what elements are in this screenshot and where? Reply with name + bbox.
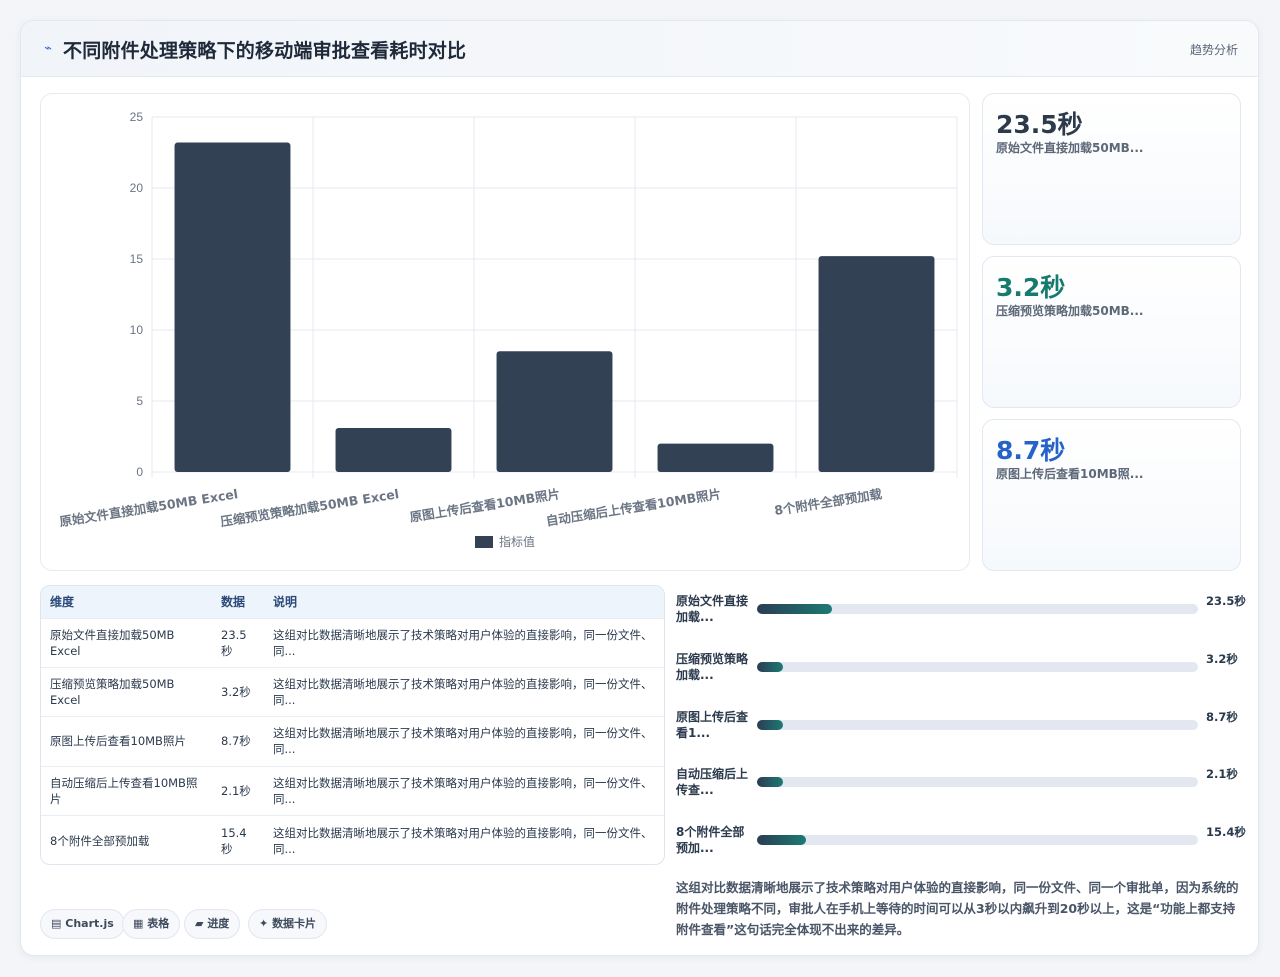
progress-fill <box>757 604 832 614</box>
progress-value: 23.5秒 <box>1206 594 1246 608</box>
progress-icon: ▰ <box>195 917 204 930</box>
page-title: 不同附件处理策略下的移动端审批查看耗时对比 <box>63 40 467 62</box>
progress-row: 原始文件直接加载... 23.5秒 <box>676 593 1246 633</box>
cell-dimension: 原始文件直接加载50MB Excel <box>41 617 212 668</box>
y-tick-label: 5 <box>136 394 143 408</box>
table-row: 原图上传后查看10MB照片 8.7秒 这组对比数据清晰地展示了技术策略对用户体验… <box>41 716 664 767</box>
progress-track <box>757 777 1198 787</box>
bar <box>496 351 613 472</box>
trend-analysis-link[interactable]: 趋势分析 <box>1190 41 1238 58</box>
stat-value: 23.5秒 <box>996 110 1083 139</box>
cell-description: 这组对比数据清晰地展示了技术策略对用户体验的直接影响，同一份文件、同... <box>264 815 664 864</box>
cell-dimension: 8个附件全部预加载 <box>41 815 212 864</box>
progress-value: 8.7秒 <box>1206 710 1238 724</box>
cell-data: 8.7秒 <box>212 716 264 767</box>
progress-fill <box>757 720 784 730</box>
bar <box>657 443 774 472</box>
cell-data: 15.4秒 <box>212 815 264 864</box>
cell-data: 23.5秒 <box>212 617 264 668</box>
progress-label: 8个附件全部预加... <box>676 825 745 855</box>
tag-label: Chart.js <box>65 917 114 930</box>
trend-icon: ⌁ <box>44 41 52 56</box>
cell-data: 2.1秒 <box>212 765 264 816</box>
progress-row: 自动压缩后上传查... 2.1秒 <box>676 766 1246 806</box>
y-tick-label: 20 <box>130 181 144 195</box>
tag-label: 数据卡片 <box>272 917 317 930</box>
chart-svg: 0 5 10 15 20 25 原始文件直接加载50MB Excel压缩预览策略加载50MB… <box>58 110 958 549</box>
stat-card-2: 3.2秒 压缩预览策略加载50MB... <box>982 256 1241 408</box>
tag-label: 进度 <box>207 917 230 930</box>
bar-chart: 0 5 10 15 20 25 原始文件直接加载50MB Excel 压缩预览策略加载50MB… <box>40 93 970 571</box>
progress-row: 8个附件全部预加... 15.4秒 <box>676 824 1246 864</box>
progress-fill <box>757 835 806 845</box>
progress-track <box>757 662 1198 672</box>
bar <box>335 427 452 472</box>
progress-list: 原始文件直接加载... 23.5秒 压缩预览策略加载... 3.2秒 原图上传后… <box>676 593 1246 863</box>
progress-label: 原图上传后查看1... <box>676 710 749 740</box>
cell-dimension: 原图上传后查看10MB照片 <box>41 716 212 767</box>
bar <box>174 142 291 472</box>
column-header-description: 说明 <box>273 595 298 610</box>
progress-label: 压缩预览策略加载... <box>676 652 749 682</box>
tag-progress[interactable]: ▰ 进度 <box>184 909 241 939</box>
table-icon: ▦ <box>133 917 144 930</box>
stat-card-3: 8.7秒 原图上传后查看10MB照... <box>982 419 1241 571</box>
cell-description: 这组对比数据清晰地展示了技术策略对用户体验的直接影响，同一份文件、同... <box>264 716 664 767</box>
cell-dimension: 压缩预览策略加载50MB Excel <box>41 666 212 717</box>
stat-label: 原始文件直接加载50MB... <box>996 141 1144 155</box>
stat-value: 8.7秒 <box>996 436 1066 465</box>
bar <box>818 256 935 472</box>
progress-value: 15.4秒 <box>1206 825 1246 839</box>
progress-fill <box>757 662 784 672</box>
y-tick-label: 10 <box>130 323 144 337</box>
column-header-data: 数据 <box>221 595 246 610</box>
summary-text: 这组对比数据清晰地展示了技术策略对用户体验的直接影响，同一份文件、同一个审批单，… <box>676 880 1239 937</box>
y-tick-label: 15 <box>130 252 144 266</box>
progress-value: 2.1秒 <box>1206 767 1238 781</box>
cell-description: 这组对比数据清晰地展示了技术策略对用户体验的直接影响，同一份文件、同... <box>264 666 664 717</box>
dashboard-card: ⌁ 不同附件处理策略下的移动端审批查看耗时对比 趋势分析 0 5 10 15 20 25 原… <box>20 20 1259 956</box>
x-tick-label: 8个附件全部预加载 <box>773 486 883 518</box>
tag-label: 表格 <box>147 917 170 930</box>
stat-label: 压缩预览策略加载50MB... <box>996 304 1144 318</box>
stat-value: 3.2秒 <box>996 273 1066 302</box>
table-row: 压缩预览策略加载50MB Excel 3.2秒 这组对比数据清晰地展示了技术策略… <box>41 666 664 717</box>
column-header-dimension: 维度 <box>50 595 75 610</box>
cell-description: 这组对比数据清晰地展示了技术策略对用户体验的直接影响，同一份文件、同... <box>264 617 664 668</box>
header: ⌁ 不同附件处理策略下的移动端审批查看耗时对比 趋势分析 <box>21 21 1258 77</box>
card-icon: ✦ <box>259 917 269 930</box>
progress-row: 原图上传后查看1... 8.7秒 <box>676 709 1246 749</box>
x-tick-label: 压缩预览策略加载50MB Excel <box>219 486 400 529</box>
progress-label: 自动压缩后上传查... <box>676 767 749 797</box>
progress-track <box>757 835 1198 845</box>
table-row: 自动压缩后上传查看10MB照片 2.1秒 这组对比数据清晰地展示了技术策略对用户… <box>41 765 664 816</box>
cell-data: 3.2秒 <box>212 666 264 717</box>
x-tick-label: 自动压缩后上传查看10MB照片 <box>545 486 722 528</box>
legend-swatch <box>475 536 493 548</box>
stat-label: 原图上传后查看10MB照... <box>996 467 1144 481</box>
table-row: 8个附件全部预加载 15.4秒 这组对比数据清晰地展示了技术策略对用户体验的直接… <box>41 815 664 864</box>
x-tick-label: 原始文件直接加载50MB Excel <box>58 486 239 529</box>
legend-label: 指标值 <box>499 534 535 549</box>
table-row: 原始文件直接加载50MB Excel 23.5秒 这组对比数据清晰地展示了技术策… <box>41 617 664 668</box>
progress-track <box>757 604 1198 614</box>
data-table: 维度 数据 说明 原始文件直接加载50MB Excel 23.5秒 这组对比数据… <box>40 585 665 865</box>
progress-value: 3.2秒 <box>1206 652 1238 666</box>
tag-chartjs[interactable]: ▤ Chart.js <box>40 909 125 939</box>
y-tick-label: 0 <box>136 465 143 479</box>
tag-table[interactable]: ▦ 表格 <box>122 909 181 939</box>
stat-card-1: 23.5秒 原始文件直接加载50MB... <box>982 93 1241 245</box>
x-tick-label: 原图上传后查看10MB照片 <box>409 486 561 525</box>
chart-icon: ▤ <box>51 917 62 930</box>
progress-row: 压缩预览策略加载... 3.2秒 <box>676 651 1246 691</box>
progress-fill <box>757 777 784 787</box>
y-tick-label: 25 <box>130 110 144 124</box>
table-header-row: 维度 数据 说明 <box>41 586 664 618</box>
tag-data-cards[interactable]: ✦ 数据卡片 <box>248 909 328 939</box>
progress-label: 原始文件直接加载... <box>676 594 749 624</box>
progress-track <box>757 720 1198 730</box>
cell-description: 这组对比数据清晰地展示了技术策略对用户体验的直接影响，同一份文件、同... <box>264 765 664 816</box>
cell-dimension: 自动压缩后上传查看10MB照片 <box>41 765 212 816</box>
